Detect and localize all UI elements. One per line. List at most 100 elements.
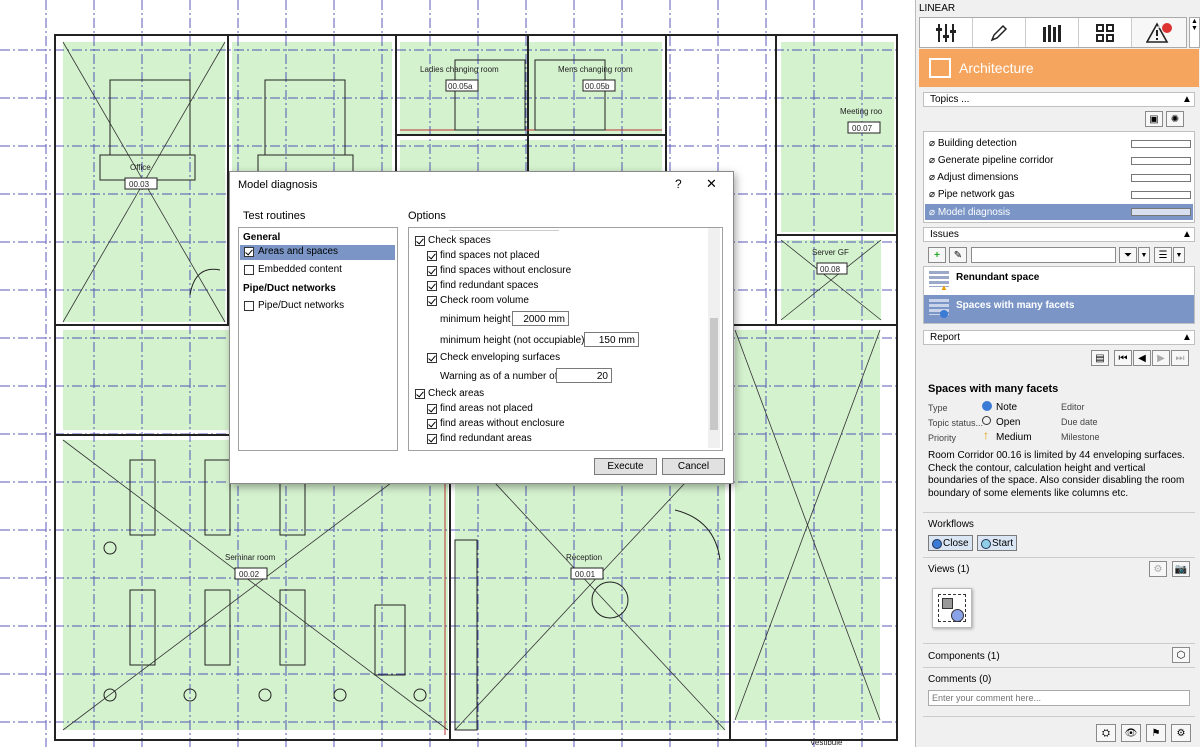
topic-item[interactable]: ⌀ Adjust dimensions [929,172,1018,183]
warning-count-input[interactable]: 20 [556,368,612,383]
warning-icon: ▲ [940,283,948,292]
svg-text:Ladies changing room: Ladies changing room [420,65,499,74]
options-scroll-thumb[interactable] [710,318,718,430]
report-title: Spaces with many facets [928,383,1059,395]
options-panel: Check spaces find spaces not placed find… [408,227,723,451]
save-icon[interactable]: ▣ [1145,111,1163,127]
report-edit-icon[interactable]: ▤ [1091,350,1109,366]
issues-header[interactable]: Issues ▲ [923,227,1195,242]
app-title: LINEAR [919,3,956,14]
linear-panel: LINEAR 2 ▲ ▼ Architecture Topics ... ▲ ▣ ✺… [915,0,1200,747]
areas-not-placed-checkbox[interactable] [427,404,437,414]
check-areas-checkbox[interactable] [415,389,425,399]
svg-text:Mens changing room: Mens changing room [558,65,633,74]
sort-icon[interactable]: ☰ [1154,247,1172,263]
topics-header[interactable]: Topics ... ▲ [923,92,1195,107]
topic-item-selected[interactable]: ⌀ Model diagnosis [925,204,1193,220]
note-icon [982,401,992,411]
priority-value[interactable]: Medium [996,432,1032,443]
areas-without-enclosure-checkbox[interactable] [427,419,437,429]
check-room-volume-checkbox[interactable] [427,296,437,306]
first-icon[interactable]: ⏮ [1114,350,1132,366]
priority-arrow-icon: ↑ [983,428,989,442]
filter-icon[interactable]: ⏷ [1119,247,1137,263]
svg-text:Seminar room: Seminar room [225,553,276,562]
sliders-icon[interactable] [920,18,973,47]
status-value[interactable]: Open [996,417,1020,428]
issue-count-badge: 2 [1157,21,1162,30]
architecture-title: Architecture [959,60,1034,76]
settings-gear-icon[interactable]: ⚙ [1171,724,1191,742]
issue-filter-input[interactable] [971,247,1116,263]
spaces-without-enclosure-checkbox[interactable] [427,266,437,276]
issue-item-selected[interactable]: Spaces with many facets [924,295,1194,323]
view-link-icon[interactable]: ⚙ [1149,561,1167,577]
close-workflow-button[interactable]: Close [928,535,973,551]
topic-progress [1131,208,1191,216]
comment-input[interactable] [928,690,1190,706]
svg-text:Reception: Reception [566,553,602,562]
svg-text:00.08: 00.08 [820,265,841,274]
topic-item[interactable]: ⌀ Generate pipeline corridor [929,155,1053,166]
execute-button[interactable]: Execute [594,458,657,475]
globe-icon[interactable]: ✺ [1166,111,1184,127]
type-value[interactable]: Note [996,402,1017,413]
svg-text:Meeting roo: Meeting roo [840,107,883,116]
minimum-height-input[interactable]: 2000 mm [512,311,569,326]
view-thumbnail[interactable] [932,588,972,628]
options-scrollbar[interactable] [708,228,720,448]
svg-text:00.05b: 00.05b [585,82,610,91]
next-icon[interactable]: ▶ [1152,350,1170,366]
architecture-banner: Architecture [919,49,1199,87]
info-icon [940,310,948,318]
library-icon[interactable] [1026,18,1079,47]
camera-icon[interactable]: 📷 [1172,561,1190,577]
sort-dropdown[interactable]: ▼ [1173,247,1185,263]
check-spaces-checkbox[interactable] [415,236,425,246]
toolbar-scroll[interactable]: ▲ ▼ [1189,17,1200,48]
report-header[interactable]: Report ▲ [923,330,1195,345]
routine-embedded-checkbox[interactable] [244,265,254,275]
topics-list: ⌀ Building detection ⌀ Generate pipeline… [923,131,1195,223]
view-filter-icon[interactable]: 👁 [1121,724,1141,742]
options-header: Options [408,210,446,222]
cancel-button[interactable]: Cancel [662,458,725,475]
bcf-export-icon[interactable]: ⛭ [1096,724,1116,742]
routine-areas-checkbox[interactable] [244,247,254,257]
previous-icon[interactable]: ◀ [1133,350,1151,366]
help-button[interactable]: ? [675,177,682,191]
start-workflow-button[interactable]: Start [977,535,1017,551]
issue-item[interactable]: ▲ Renundant space [924,267,1194,295]
spaces-not-placed-checkbox[interactable] [427,251,437,261]
svg-text:Server GF: Server GF [812,248,849,257]
topic-progress [1131,140,1191,148]
routine-embedded-content[interactable]: Embedded content [258,264,342,275]
topic-item[interactable]: ⌀ Building detection [929,138,1017,149]
pencil-icon[interactable] [973,18,1026,47]
topic-progress [1131,157,1191,165]
comments-label: Comments (0) [928,674,992,685]
last-icon[interactable]: ⏭ [1171,350,1189,366]
check-enveloping-checkbox[interactable] [427,353,437,363]
areas-redundant-checkbox[interactable] [427,434,437,444]
grid-icon[interactable] [1079,18,1132,47]
minimum-height-nocc-input[interactable]: 150 mm [584,332,639,347]
svg-text:00.07: 00.07 [852,124,873,133]
svg-text:Vestibule: Vestibule [810,738,843,747]
topic-item[interactable]: ⌀ Pipe network gas [929,189,1015,200]
topic-progress [1131,191,1191,199]
close-icon[interactable]: ✕ [706,176,717,192]
hide-icon[interactable]: ⚑ [1146,724,1166,742]
issues-list: ▲ Renundant space Spaces with many facet… [923,266,1195,324]
redundant-spaces-checkbox[interactable] [427,281,437,291]
cube-icon[interactable]: ⬡ [1172,647,1190,663]
edit-issue-icon[interactable]: ✎ [949,247,967,263]
add-issue-icon[interactable]: + [928,247,946,263]
test-routines-header: Test routines [243,210,306,222]
routine-pipe-duct-networks[interactable]: Pipe/Duct networks [258,300,344,311]
routine-pipe-checkbox[interactable] [244,301,254,311]
status-radio-icon [982,416,991,425]
routine-areas-and-spaces[interactable]: Areas and spaces [240,245,395,260]
filter-dropdown[interactable]: ▼ [1138,247,1150,263]
model-diagnosis-dialog: Model diagnosis ? ✕ Test routines Option… [229,171,734,484]
